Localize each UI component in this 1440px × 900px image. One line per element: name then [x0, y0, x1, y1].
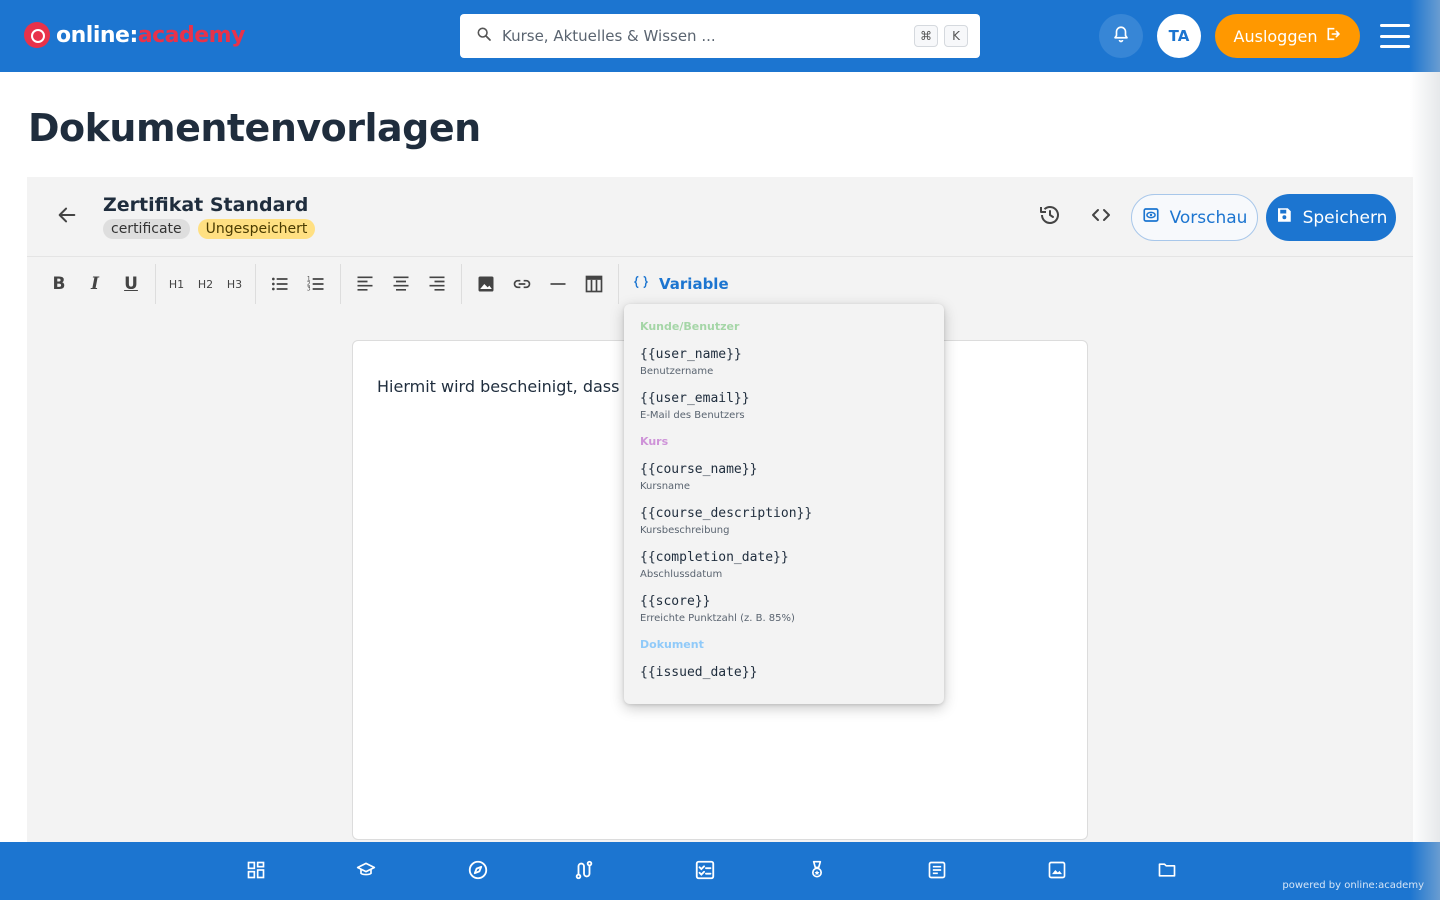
search-input[interactable] — [502, 27, 908, 45]
align-right-icon[interactable] — [419, 266, 455, 302]
notifications-button[interactable] — [1099, 14, 1143, 58]
variable-button[interactable]: Variable — [633, 274, 729, 294]
variable-description: Erreichte Punktzahl (z. B. 85%) — [640, 613, 795, 624]
document-title: Zertifikat Standard — [103, 194, 309, 216]
braces-icon — [633, 274, 649, 294]
logo-text-primary: online: — [56, 22, 138, 48]
search-icon — [476, 26, 492, 46]
type-badge: certificate — [103, 219, 190, 239]
logo-icon — [24, 22, 50, 48]
formatting-toolbar: B I U H1 H2 H3 123 Variable — [27, 258, 1413, 310]
variable-description: Kursname — [640, 481, 691, 492]
folder-icon[interactable] — [1155, 858, 1179, 882]
variable-label: Variable — [659, 275, 729, 293]
insert-image-icon[interactable] — [468, 266, 504, 302]
bell-icon — [1112, 24, 1130, 48]
back-button[interactable] — [51, 201, 83, 233]
checklist-icon[interactable] — [693, 858, 717, 882]
numbered-list-icon[interactable]: 123 — [298, 266, 334, 302]
hamburger-menu-icon[interactable] — [1380, 24, 1410, 48]
align-center-icon[interactable] — [383, 266, 419, 302]
variable-option-user-email[interactable]: {{user_email}} E-Mail des Benutzers — [640, 391, 928, 421]
bottom-navigation: powered by online:academy — [0, 842, 1440, 900]
preview-button[interactable]: Vorschau — [1131, 194, 1258, 241]
document-tags: certificate Ungespeichert — [103, 219, 316, 239]
source-code-button[interactable] — [1083, 199, 1119, 235]
heading-3-button[interactable]: H3 — [220, 266, 249, 302]
variable-description: Benutzername — [640, 366, 714, 377]
variable-description: Kursbeschreibung — [640, 525, 730, 536]
top-bar: online:academy ⌘ K TA Ausloggen — [0, 0, 1440, 72]
save-icon — [1275, 206, 1293, 229]
alignment-group — [341, 264, 462, 304]
list-group: 123 — [256, 264, 341, 304]
logout-button[interactable]: Ausloggen — [1215, 14, 1360, 58]
variable-code: {{course_name}} — [640, 462, 758, 477]
heading-1-button[interactable]: H1 — [162, 266, 191, 302]
underline-button[interactable]: U — [113, 266, 149, 302]
variable-option-course-name[interactable]: {{course_name}} Kursname — [640, 462, 928, 492]
insert-link-icon[interactable] — [504, 266, 540, 302]
save-label: Speichern — [1302, 207, 1388, 228]
editor-header: Zertifikat Standard certificate Ungespei… — [27, 177, 1413, 257]
logout-label: Ausloggen — [1233, 26, 1318, 46]
category-label-document: Dokument — [640, 638, 704, 651]
variable-code: {{score}} — [640, 594, 711, 609]
insert-group — [462, 264, 619, 304]
preview-label: Vorschau — [1169, 207, 1248, 228]
insert-table-icon[interactable] — [576, 266, 612, 302]
category-label-user: Kunde/Benutzer — [640, 320, 740, 333]
variable-code: {{user_name}} — [640, 347, 742, 362]
shortcut-key-cmd: ⌘ — [914, 25, 938, 47]
variable-option-issued-date[interactable]: {{issued_date}} — [640, 665, 928, 680]
side-panel-shadow — [1410, 0, 1440, 900]
preview-eye-icon — [1142, 206, 1160, 229]
heading-2-button[interactable]: H2 — [191, 266, 220, 302]
image-icon[interactable] — [1045, 858, 1069, 882]
variable-description: Abschlussdatum — [640, 569, 723, 580]
avatar[interactable]: TA — [1157, 14, 1201, 58]
variable-code: {{course_description}} — [640, 506, 813, 521]
search-bar[interactable]: ⌘ K — [460, 14, 980, 58]
dashboard-icon[interactable] — [244, 858, 268, 882]
shortcut-key-k: K — [944, 25, 968, 47]
variable-description: E-Mail des Benutzers — [640, 410, 745, 421]
variable-code: {{issued_date}} — [640, 665, 758, 680]
horizontal-rule-icon[interactable] — [540, 266, 576, 302]
history-icon — [1038, 203, 1062, 231]
save-button[interactable]: Speichern — [1266, 194, 1396, 241]
variable-option-completion-date[interactable]: {{completion_date}} Abschlussdatum — [640, 550, 928, 580]
svg-text:3: 3 — [307, 287, 311, 293]
bold-button[interactable]: B — [41, 266, 77, 302]
category-label-course: Kurs — [640, 435, 669, 448]
graduation-cap-icon[interactable] — [354, 858, 378, 882]
status-badge: Ungespeichert — [197, 219, 316, 239]
article-icon[interactable] — [925, 858, 949, 882]
document-content[interactable]: Hiermit wird bescheinigt, dass — [377, 377, 619, 396]
variable-option-score[interactable]: {{score}} Erreichte Punktzahl (z. B. 85%… — [640, 594, 928, 624]
code-icon — [1089, 203, 1113, 231]
logo[interactable]: online: academy — [24, 20, 245, 50]
logo-text-accent: academy — [137, 22, 246, 48]
bullet-list-icon[interactable] — [262, 266, 298, 302]
variable-code: {{user_email}} — [640, 391, 750, 406]
italic-button[interactable]: I — [77, 266, 113, 302]
heading-group: H1 H2 H3 — [156, 264, 256, 304]
arrow-left-icon — [56, 204, 78, 230]
logout-icon — [1325, 26, 1341, 46]
variable-code: {{completion_date}} — [640, 550, 789, 565]
page-title: Dokumentenvorlagen — [28, 106, 481, 150]
compass-icon[interactable] — [466, 858, 490, 882]
variable-option-course-description[interactable]: {{course_description}} Kursbeschreibung — [640, 506, 928, 536]
route-icon[interactable] — [572, 858, 596, 882]
powered-by-label: powered by online:academy — [1282, 880, 1424, 891]
medal-icon[interactable] — [805, 858, 829, 882]
history-button[interactable] — [1032, 199, 1068, 235]
text-style-group: B I U — [35, 264, 156, 304]
align-left-icon[interactable] — [347, 266, 383, 302]
variable-dropdown: Kunde/Benutzer {{user_name}} Benutzernam… — [624, 304, 944, 704]
variable-option-user-name[interactable]: {{user_name}} Benutzername — [640, 347, 928, 377]
